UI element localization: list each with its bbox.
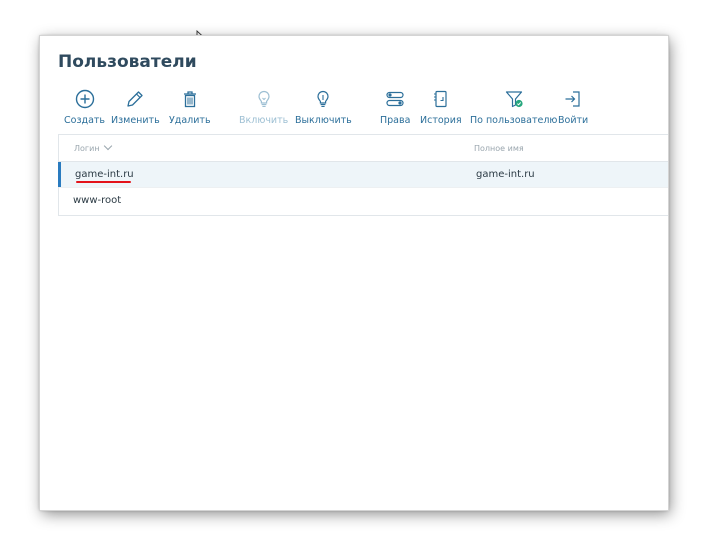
column-header-login[interactable]: Логин <box>74 141 113 153</box>
filter-user-icon <box>505 91 523 108</box>
toggles-icon <box>386 91 404 107</box>
cell-login: game-int.ru <box>75 169 134 180</box>
create-label: Создать <box>64 115 106 126</box>
lightbulb-on-icon <box>258 90 270 107</box>
delete-label: Удалить <box>169 115 211 126</box>
filter-by-user-button[interactable]: По пользователю <box>470 88 557 126</box>
create-button[interactable]: Создать <box>64 88 105 126</box>
plus-circle-icon <box>75 89 94 109</box>
login-as-label: Войти <box>558 115 589 126</box>
trash-icon <box>183 91 196 108</box>
cell-full-name: game-int.ru <box>476 169 535 180</box>
users-panel: Пользователи Создать Изменить Удалить Вк… <box>40 36 668 510</box>
filter-by-user-label: По пользователю <box>470 115 558 126</box>
disable-label: Выключить <box>295 115 352 126</box>
page-title: Пользователи <box>58 52 197 72</box>
delete-button[interactable]: Удалить <box>169 88 211 126</box>
table-header: Логин Полное имя <box>59 135 668 162</box>
login-as-button[interactable]: Войти <box>558 88 588 126</box>
rights-button[interactable]: Права <box>380 88 410 126</box>
toolbar: Создать Изменить Удалить Включить Выключ… <box>58 88 668 128</box>
enable-label: Включить <box>239 115 289 126</box>
history-label: История <box>420 115 462 126</box>
edit-button[interactable]: Изменить <box>111 88 160 126</box>
table-row[interactable]: www-root <box>59 187 668 213</box>
rights-label: Права <box>380 115 411 126</box>
sign-in-icon <box>565 91 580 107</box>
history-button[interactable]: История <box>420 88 462 126</box>
edit-label: Изменить <box>111 115 160 126</box>
column-header-login-label: Логин <box>74 144 100 153</box>
lightbulb-off-icon <box>317 90 329 107</box>
table-row[interactable]: game-int.ru game-int.ru <box>58 162 668 187</box>
enable-button[interactable]: Включить <box>239 88 288 126</box>
pencil-icon <box>127 91 143 107</box>
users-table: Логин Полное имя game-int.ru game-int.ru… <box>58 134 668 216</box>
highlight-underline <box>76 181 131 183</box>
history-log-icon <box>433 90 447 108</box>
column-header-full-name[interactable]: Полное имя <box>474 144 524 153</box>
sort-chevron-down-icon <box>103 141 113 151</box>
cell-login: www-root <box>73 195 122 206</box>
disable-button[interactable]: Выключить <box>295 88 352 126</box>
